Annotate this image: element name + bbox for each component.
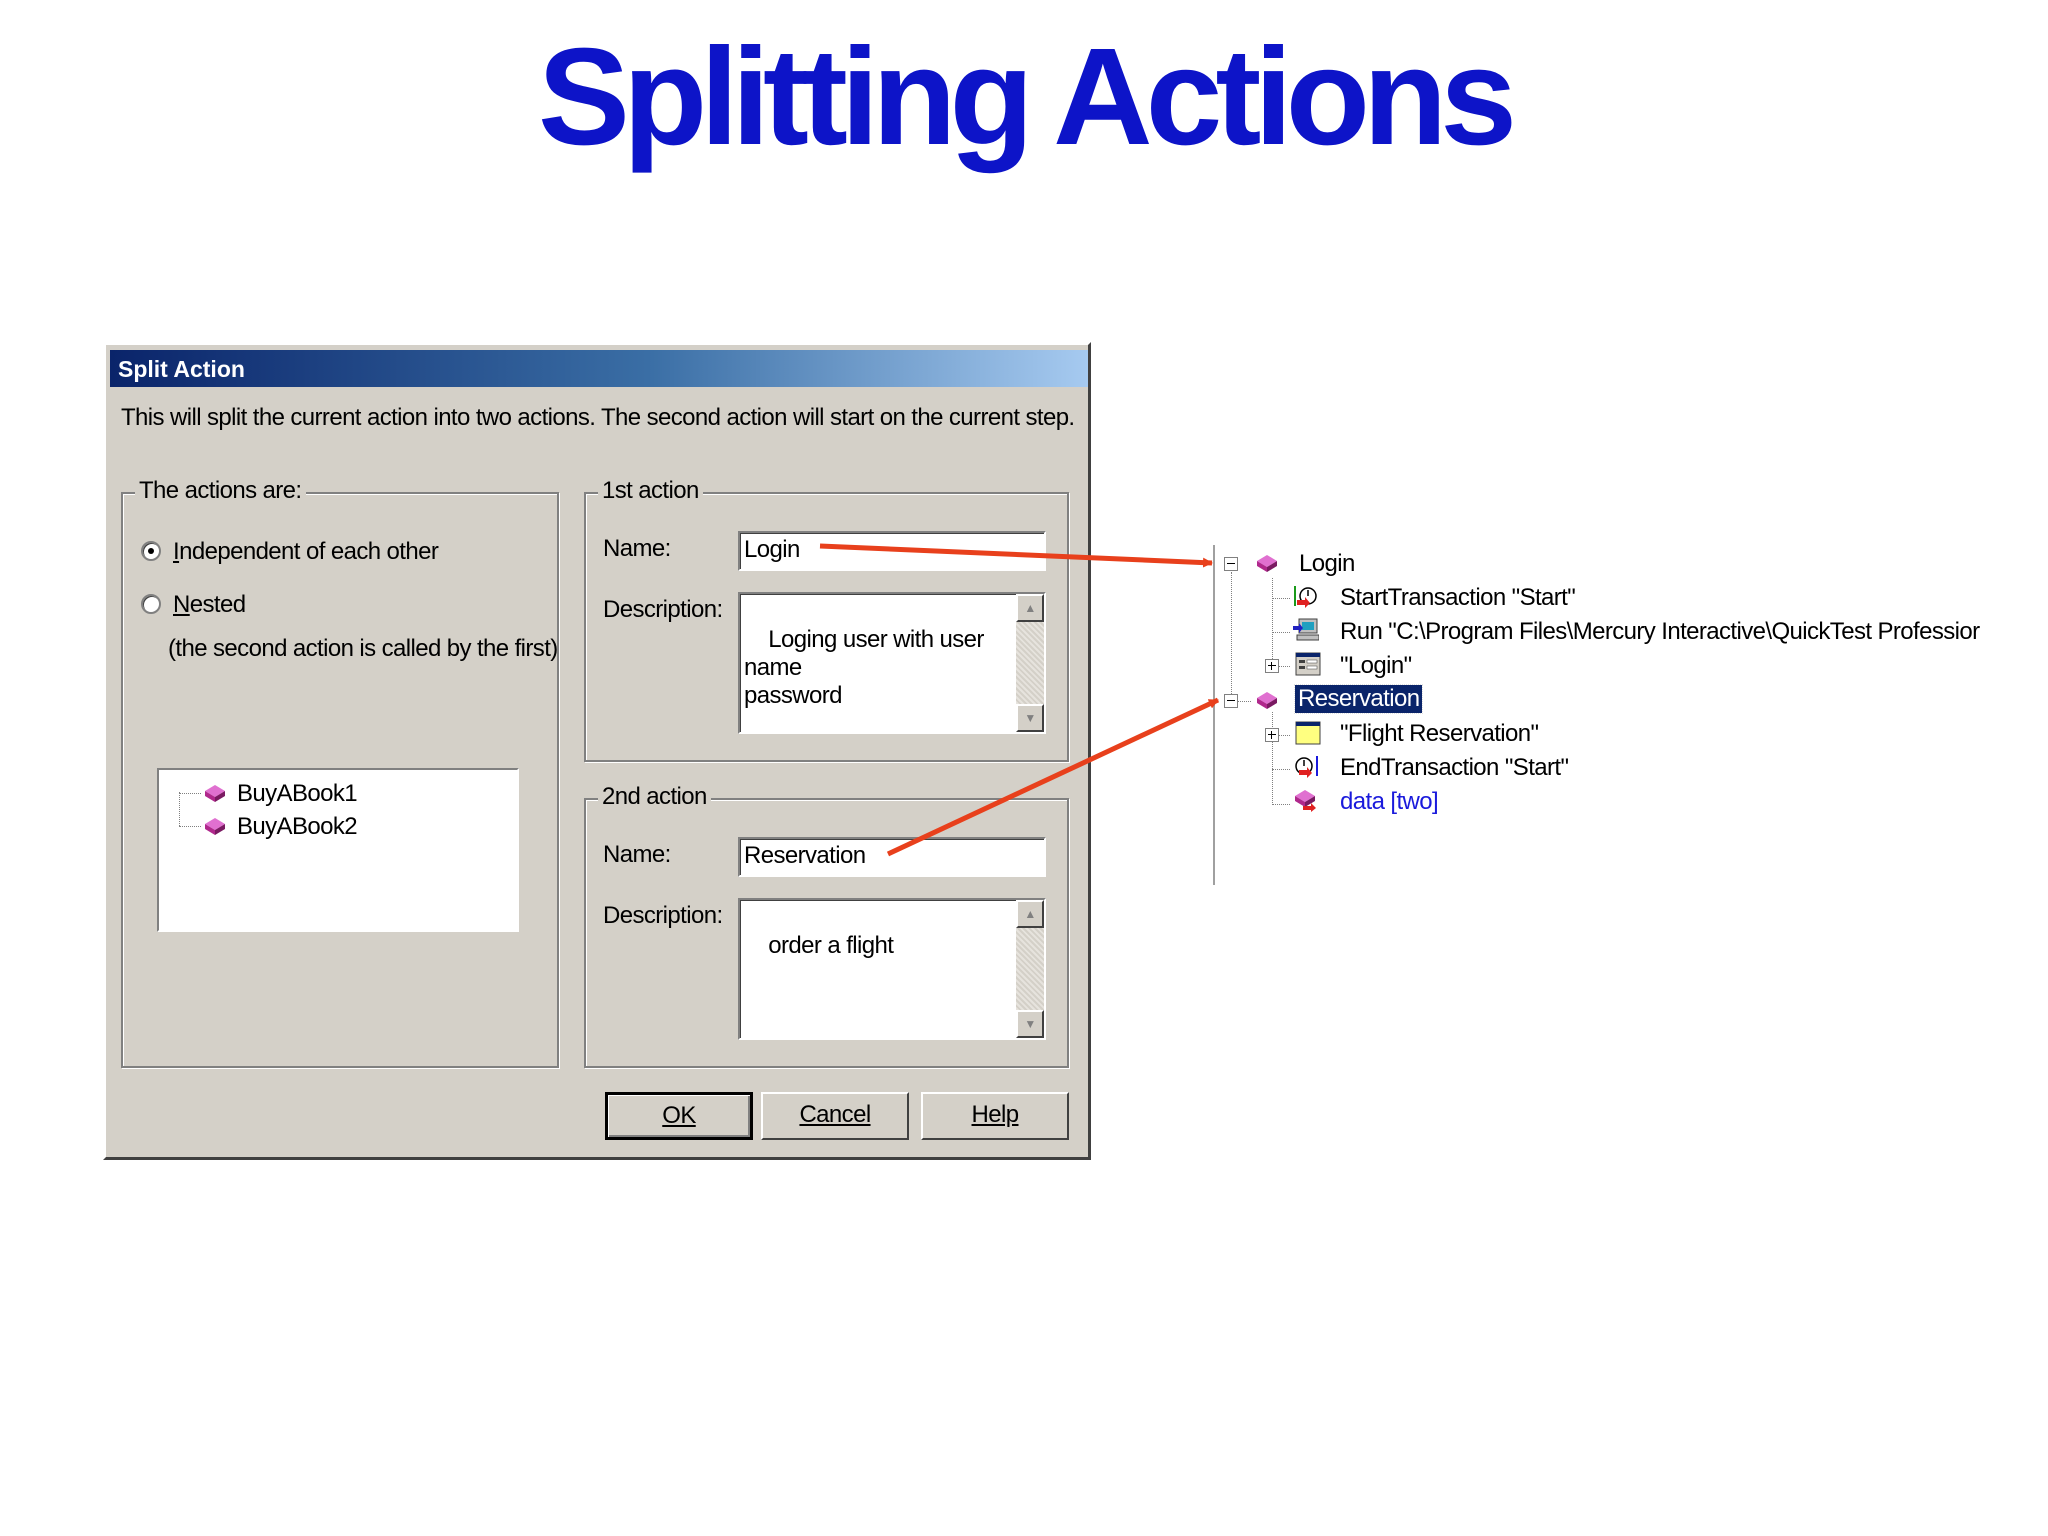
- reservation-arrow: [886, 697, 1220, 857]
- login-arrow: [819, 543, 1213, 568]
- annotation-arrows: [819, 543, 1220, 857]
